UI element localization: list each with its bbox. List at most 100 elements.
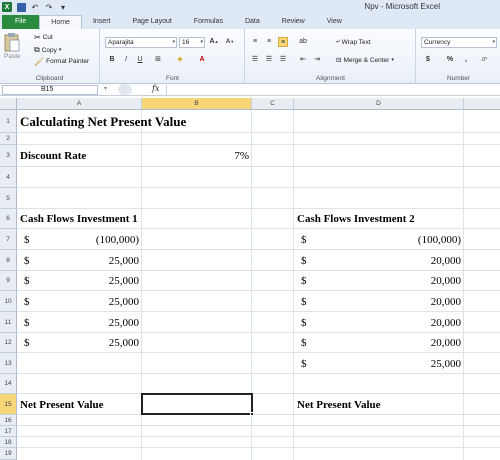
cell-d9-symbol[interactable]: $: [301, 271, 307, 290]
cell-d8-value[interactable]: 20,000: [360, 251, 461, 270]
column-header-e[interactable]: [464, 98, 500, 110]
accounting-format-icon[interactable]: $: [423, 55, 433, 65]
shrink-font-icon[interactable]: A▼: [225, 37, 235, 47]
row-header-15[interactable]: 15: [0, 394, 17, 415]
row-header-5[interactable]: 5: [0, 188, 17, 209]
font-name-select[interactable]: Aparajita ▾: [105, 37, 177, 48]
increase-decimal-icon[interactable]: .0⁰: [479, 55, 489, 65]
select-all-corner[interactable]: [0, 98, 17, 110]
column-header-d[interactable]: D: [294, 98, 464, 110]
tab-insert[interactable]: Insert: [82, 15, 122, 29]
active-cell-b15[interactable]: [141, 393, 253, 415]
font-size-select[interactable]: 16 ▾: [179, 37, 205, 48]
percent-style-icon[interactable]: %: [445, 55, 455, 65]
cell-d12-symbol[interactable]: $: [301, 333, 307, 352]
cell-d11-symbol[interactable]: $: [301, 313, 307, 332]
cell-d10-symbol[interactable]: $: [301, 292, 307, 311]
insert-function-icon[interactable]: fx: [152, 84, 159, 93]
cell-a11-symbol[interactable]: $: [24, 313, 30, 332]
customize-toolbar-icon[interactable]: ▾: [58, 2, 68, 12]
cell-d13-symbol[interactable]: $: [301, 354, 307, 373]
number-format-select[interactable]: Currency ▾: [421, 37, 497, 48]
tab-home[interactable]: Home: [39, 15, 82, 29]
cell-a8-symbol[interactable]: $: [24, 251, 30, 270]
font-color-icon[interactable]: A: [197, 55, 207, 65]
formula-controls[interactable]: ◦: [118, 84, 132, 95]
bold-icon[interactable]: B: [107, 55, 117, 65]
row-header-2[interactable]: 2: [0, 133, 17, 145]
row-header-19[interactable]: 19: [0, 448, 17, 460]
row-header-11[interactable]: 11: [0, 312, 17, 333]
row-header-14[interactable]: 14: [0, 374, 17, 394]
column-header-b[interactable]: B: [142, 98, 252, 110]
format-painter-button[interactable]: 🖌 Format Painter: [34, 57, 89, 66]
tab-file[interactable]: File: [2, 15, 40, 29]
name-box-dropdown-icon[interactable]: ▾: [104, 85, 107, 92]
cell-d15[interactable]: Net Present Value: [297, 395, 381, 414]
cell-b3[interactable]: 7%: [142, 146, 249, 166]
align-bottom-icon[interactable]: ≡: [278, 37, 288, 47]
row-header-4[interactable]: 4: [0, 167, 17, 188]
align-right-icon[interactable]: ☰: [278, 55, 288, 65]
underline-icon[interactable]: U: [135, 55, 145, 65]
tab-view[interactable]: View: [316, 15, 353, 29]
cell-a7-value[interactable]: (100,000): [60, 230, 139, 249]
cell-d12-value[interactable]: 20,000: [360, 333, 461, 352]
row-header-1[interactable]: 1: [0, 110, 17, 133]
formula-input[interactable]: [166, 85, 498, 95]
fill-handle[interactable]: [250, 412, 254, 416]
row-header-16[interactable]: 16: [0, 415, 17, 426]
cell-d8-symbol[interactable]: $: [301, 251, 307, 270]
tab-formulas[interactable]: Formulas: [183, 15, 234, 29]
save-icon[interactable]: [16, 2, 26, 12]
cell-a12-value[interactable]: 25,000: [60, 333, 139, 352]
italic-icon[interactable]: I: [121, 55, 131, 65]
cell-a9-symbol[interactable]: $: [24, 271, 30, 290]
wrap-text-button[interactable]: ⤶ Wrap Text: [336, 38, 371, 46]
decrease-indent-icon[interactable]: ⇤: [298, 55, 308, 65]
cell-a7-symbol[interactable]: $: [24, 230, 30, 249]
cell-d11-value[interactable]: 20,000: [360, 313, 461, 332]
cell-a12-symbol[interactable]: $: [24, 333, 30, 352]
name-box[interactable]: B15: [2, 85, 98, 95]
row-header-10[interactable]: 10: [0, 291, 17, 312]
excel-logo-icon[interactable]: X: [2, 2, 12, 12]
align-center-icon[interactable]: ☰: [264, 55, 274, 65]
orientation-icon[interactable]: ab: [298, 37, 308, 47]
borders-icon[interactable]: ⊞: [153, 55, 163, 65]
column-header-c[interactable]: C: [252, 98, 294, 110]
increase-indent-icon[interactable]: ⇥: [312, 55, 322, 65]
cell-d7-symbol[interactable]: $: [301, 230, 307, 249]
grow-font-icon[interactable]: A▲: [209, 37, 219, 47]
undo-icon[interactable]: ↶: [30, 2, 40, 12]
tab-data[interactable]: Data: [234, 15, 271, 29]
column-header-a[interactable]: A: [17, 98, 142, 110]
cell-a6[interactable]: Cash Flows Investment 1: [20, 209, 138, 228]
cell-a3[interactable]: Discount Rate: [20, 146, 86, 166]
tab-page-layout[interactable]: Page Layout: [121, 15, 182, 29]
fill-color-icon[interactable]: ◈: [175, 55, 185, 65]
cell-d10-value[interactable]: 20,000: [360, 292, 461, 311]
cell-a8-value[interactable]: 25,000: [60, 251, 139, 270]
tab-review[interactable]: Review: [271, 15, 316, 29]
cell-a10-symbol[interactable]: $: [24, 292, 30, 311]
row-header-13[interactable]: 13: [0, 353, 17, 374]
merge-center-button[interactable]: ⊟ Merge & Center ▾: [336, 56, 394, 65]
row-header-3[interactable]: 3: [0, 145, 17, 167]
cell-d7-value[interactable]: (100,000): [360, 230, 461, 249]
row-header-8[interactable]: 8: [0, 250, 17, 271]
cell-a1[interactable]: Calculating Net Present Value: [20, 112, 186, 132]
row-header-9[interactable]: 9: [0, 271, 17, 291]
row-header-12[interactable]: 12: [0, 333, 17, 353]
paste-button[interactable]: Paste: [4, 32, 21, 60]
cell-a15[interactable]: Net Present Value: [20, 395, 104, 414]
comma-style-icon[interactable]: ,: [461, 55, 471, 65]
cut-button[interactable]: ✂ Cut: [34, 33, 53, 42]
row-header-18[interactable]: 18: [0, 437, 17, 448]
cell-d9-value[interactable]: 20,000: [360, 271, 461, 290]
align-top-icon[interactable]: ≡: [250, 37, 260, 47]
cell-d13-value[interactable]: 25,000: [360, 354, 461, 373]
cell-a11-value[interactable]: 25,000: [60, 313, 139, 332]
align-left-icon[interactable]: ☰: [250, 55, 260, 65]
copy-button[interactable]: ⧉ Copy ▾: [34, 45, 61, 55]
